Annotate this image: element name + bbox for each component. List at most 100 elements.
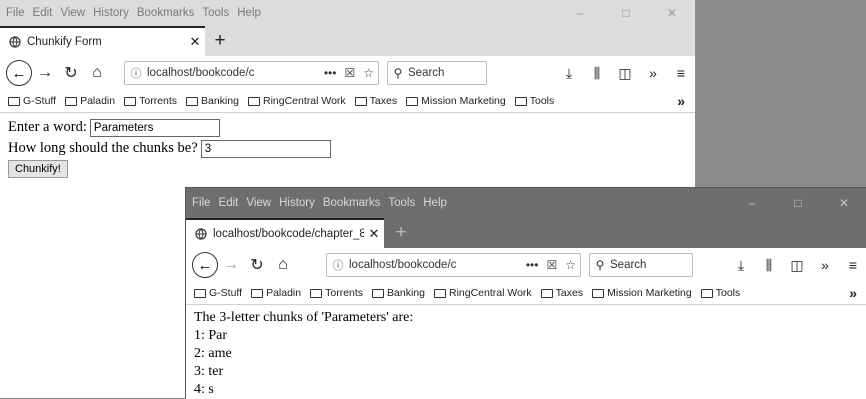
- bookmark-folder[interactable]: Taxes: [540, 287, 583, 299]
- search-placeholder: Search: [408, 67, 445, 79]
- bookmark-folder[interactable]: Tools: [514, 95, 554, 107]
- info-icon[interactable]: ⓘ: [125, 65, 147, 81]
- bookmark-folder[interactable]: Torrents: [124, 95, 177, 107]
- library-icon[interactable]: ⫼: [583, 65, 611, 82]
- result-heading: The 3-letter chunks of 'Parameters' are:: [194, 310, 414, 325]
- menu-history[interactable]: History: [279, 197, 315, 209]
- search-field[interactable]: ⚲ Search: [589, 253, 693, 277]
- close-tab-icon[interactable]: ✕: [364, 226, 384, 242]
- url-bar[interactable]: ⓘ localhost/bookcode/c ••• ☒ ☆: [124, 61, 379, 85]
- bookmark-folder[interactable]: Torrents: [310, 287, 363, 299]
- star-icon[interactable]: ☆: [359, 66, 378, 80]
- menu-bookmarks[interactable]: Bookmarks: [137, 7, 195, 19]
- tab-chunkify-form[interactable]: Chunkify Form ✕: [0, 26, 205, 56]
- hamburger-icon[interactable]: ≡: [667, 65, 695, 81]
- close-window-button[interactable]: ✕: [821, 196, 866, 210]
- menu-tools[interactable]: Tools: [202, 7, 229, 19]
- home-icon[interactable]: ⌂: [270, 256, 296, 274]
- menu-view[interactable]: View: [60, 7, 85, 19]
- pocket-icon[interactable]: ☒: [340, 66, 359, 80]
- star-icon[interactable]: ☆: [561, 258, 580, 272]
- forward-arrow-icon[interactable]: →: [32, 64, 58, 82]
- minimize-button[interactable]: –: [729, 196, 775, 210]
- new-tab-button[interactable]: +: [386, 218, 416, 248]
- bookmark-folder[interactable]: Taxes: [354, 95, 397, 107]
- bookmarks-overflow-icon[interactable]: »: [849, 285, 857, 301]
- navigation-toolbar: ← → ↻ ⌂ ⓘ localhost/bookcode/c ••• ☒ ☆ ⚲…: [0, 56, 695, 90]
- maximize-button[interactable]: □: [775, 196, 821, 210]
- reload-icon[interactable]: ↻: [58, 63, 84, 83]
- page-content: Enter a word: How long should the chunks…: [0, 113, 695, 182]
- folder-icon: [124, 96, 137, 106]
- word-input[interactable]: [89, 118, 220, 137]
- tab-title: Chunkify Form: [27, 36, 102, 48]
- back-arrow-icon[interactable]: ←: [192, 252, 218, 278]
- hamburger-icon[interactable]: ≡: [839, 257, 866, 273]
- url-bar[interactable]: ⓘ localhost/bookcode/c ••• ☒ ☆: [326, 253, 581, 277]
- folder-icon: [354, 96, 367, 106]
- maximize-button[interactable]: □: [603, 6, 649, 20]
- menu-edit[interactable]: Edit: [219, 197, 239, 209]
- close-tab-icon[interactable]: ✕: [185, 34, 205, 50]
- bookmark-folder[interactable]: Banking: [372, 287, 425, 299]
- home-icon[interactable]: ⌂: [84, 64, 110, 82]
- tab-strip: localhost/bookcode/chapter_8 ✕ +: [186, 218, 866, 248]
- more-icon[interactable]: •••: [522, 258, 543, 272]
- bookmark-folder[interactable]: RingCentral Work: [248, 95, 346, 107]
- back-arrow-icon[interactable]: ←: [6, 60, 32, 86]
- bookmark-folder[interactable]: G-Stuff: [194, 287, 242, 299]
- window-controls: – □ ✕: [729, 188, 866, 218]
- folder-icon: [406, 96, 419, 106]
- bookmark-folder[interactable]: Paladin: [65, 95, 115, 107]
- download-icon[interactable]: ⤓: [555, 65, 583, 82]
- search-field[interactable]: ⚲ Search: [387, 61, 487, 85]
- menu-file[interactable]: File: [192, 197, 211, 209]
- word-label: Enter a word:: [8, 119, 87, 135]
- bookmark-folder[interactable]: Paladin: [251, 287, 301, 299]
- menu-tools[interactable]: Tools: [388, 197, 415, 209]
- page-content: The 3-letter chunks of 'Parameters' are:…: [186, 305, 866, 399]
- menu-history[interactable]: History: [93, 7, 129, 19]
- bookmark-label: Torrents: [325, 287, 364, 299]
- bookmark-folder[interactable]: Banking: [186, 95, 239, 107]
- window-controls: – □ ✕: [557, 0, 695, 26]
- chunkify-button[interactable]: Chunkify!: [8, 160, 68, 178]
- sidebar-icon[interactable]: ◫: [783, 257, 811, 274]
- overflow-icon[interactable]: »: [811, 257, 839, 273]
- menu-help[interactable]: Help: [423, 197, 447, 209]
- bookmark-folder[interactable]: Mission Marketing: [592, 287, 692, 299]
- info-icon[interactable]: ⓘ: [327, 257, 349, 273]
- bookmark-label: Mission Marketing: [421, 95, 506, 107]
- browser-window-result: File Edit View History Bookmarks Tools H…: [185, 187, 866, 399]
- bookmark-folder[interactable]: Mission Marketing: [406, 95, 506, 107]
- sidebar-icon[interactable]: ◫: [611, 65, 639, 82]
- bookmark-folder[interactable]: RingCentral Work: [434, 287, 532, 299]
- menu-file[interactable]: File: [6, 7, 25, 19]
- more-icon[interactable]: •••: [320, 66, 341, 80]
- new-tab-button[interactable]: +: [205, 26, 235, 56]
- menu-view[interactable]: View: [246, 197, 271, 209]
- overflow-icon[interactable]: »: [639, 65, 667, 81]
- bookmark-label: RingCentral Work: [263, 95, 346, 107]
- navigation-toolbar: ← → ↻ ⌂ ⓘ localhost/bookcode/c ••• ☒ ☆ ⚲…: [186, 248, 866, 282]
- bookmark-folder[interactable]: G-Stuff: [8, 95, 56, 107]
- minimize-button[interactable]: –: [557, 6, 603, 20]
- search-icon: ⚲: [393, 66, 403, 80]
- tab-result[interactable]: localhost/bookcode/chapter_8 ✕: [186, 218, 384, 248]
- close-window-button[interactable]: ✕: [649, 6, 695, 20]
- reload-icon[interactable]: ↻: [244, 255, 270, 275]
- menu-bookmarks[interactable]: Bookmarks: [323, 197, 381, 209]
- folder-icon: [251, 288, 264, 298]
- library-icon[interactable]: ⫼: [755, 257, 783, 274]
- forward-arrow-icon[interactable]: →: [218, 256, 244, 274]
- word-row: Enter a word:: [8, 117, 687, 138]
- chunk-length-input[interactable]: [200, 139, 331, 158]
- bookmark-label: Torrents: [139, 95, 178, 107]
- menu-help[interactable]: Help: [237, 7, 261, 19]
- menu-edit[interactable]: Edit: [33, 7, 53, 19]
- bookmark-folder[interactable]: Tools: [700, 287, 740, 299]
- pocket-icon[interactable]: ☒: [542, 258, 561, 272]
- folder-icon: [8, 96, 20, 106]
- download-icon[interactable]: ⤓: [727, 257, 755, 274]
- bookmarks-overflow-icon[interactable]: »: [677, 93, 685, 109]
